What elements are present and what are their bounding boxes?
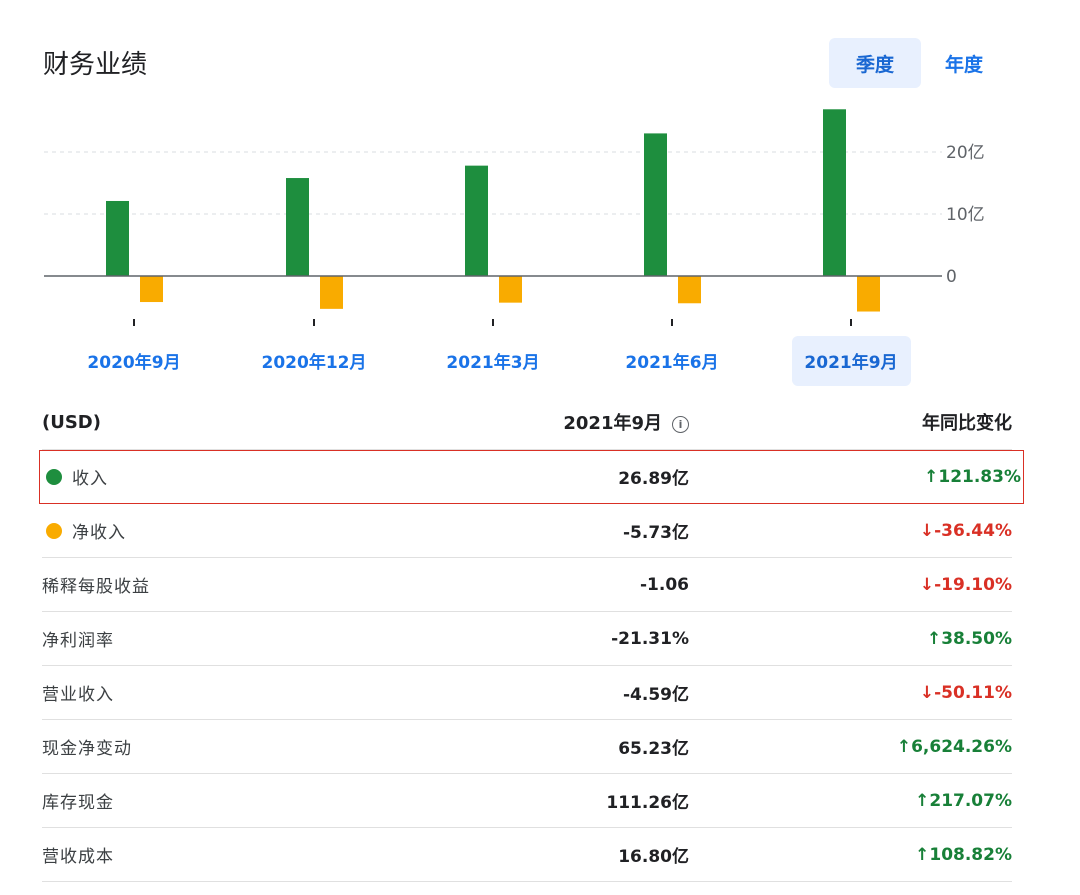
yoy-change: ↑38.50% bbox=[689, 629, 1012, 649]
arrow-up-icon: ↑ bbox=[924, 466, 939, 487]
metric-value: 111.26亿 bbox=[606, 793, 689, 813]
metric-value: -1.06 bbox=[640, 574, 689, 595]
yoy-change: ↓-19.10% bbox=[689, 575, 1012, 595]
metric-name: 净收入 bbox=[42, 518, 517, 543]
table-row[interactable]: 收入 26.89亿 ↑121.83% bbox=[39, 450, 1024, 504]
net-income-bar-3[interactable] bbox=[678, 276, 701, 304]
metric-name: 库存现金 bbox=[42, 788, 517, 813]
metric-label: 现金净变动 bbox=[42, 739, 132, 759]
arrow-down-icon: ↓ bbox=[919, 574, 935, 595]
metric-label: 营业收入 bbox=[42, 685, 114, 705]
metric-label: 净收入 bbox=[72, 523, 126, 543]
revenue-bar-2[interactable] bbox=[465, 165, 488, 276]
financial-table: (USD) 2021年9月 i 年同比变化 收入 26.89亿 ↑121.83% 净收入… bbox=[39, 395, 1024, 882]
net-income-bar-4[interactable] bbox=[857, 276, 880, 312]
yoy-change: ↑121.83% bbox=[689, 467, 1021, 487]
change-value: -19.10% bbox=[934, 574, 1012, 595]
net-income-bar-0[interactable] bbox=[140, 276, 163, 303]
legend-dot bbox=[46, 468, 62, 485]
metric-value: -21.31% bbox=[611, 628, 689, 649]
quarter-label[interactable]: 2021年6月 bbox=[625, 352, 718, 373]
change-value: 38.50% bbox=[941, 628, 1012, 649]
table-row[interactable]: 营收成本 16.80亿 ↑108.82% bbox=[42, 828, 1012, 882]
metric-label: 稀释每股收益 bbox=[42, 577, 150, 597]
currency-header: (USD) bbox=[42, 411, 101, 433]
arrow-down-icon: ↓ bbox=[919, 520, 935, 541]
legend-dot bbox=[46, 522, 62, 539]
change-value: -36.44% bbox=[934, 520, 1012, 541]
y-tick-label: 10亿 bbox=[946, 205, 985, 225]
metric-name: 营业收入 bbox=[42, 680, 517, 705]
y-tick-label: 0 bbox=[946, 267, 957, 287]
yoy-change: ↑6,624.26% bbox=[689, 737, 1012, 757]
arrow-up-icon: ↑ bbox=[915, 844, 930, 865]
yoy-change: ↓-36.44% bbox=[689, 521, 1012, 541]
change-value: -50.11% bbox=[934, 682, 1012, 703]
quarter-label[interactable]: 2021年3月 bbox=[446, 352, 539, 373]
revenue-bar-3[interactable] bbox=[644, 133, 667, 276]
change-value: 6,624.26% bbox=[911, 736, 1012, 757]
metric-value: -5.73亿 bbox=[623, 523, 689, 543]
yoy-change: ↑217.07% bbox=[689, 791, 1012, 811]
table-header: (USD) 2021年9月 i 年同比变化 bbox=[42, 395, 1012, 450]
metric-value: 65.23亿 bbox=[618, 739, 689, 759]
period-header: 2021年9月 i bbox=[517, 409, 689, 435]
quarter-label[interactable]: 2020年9月 bbox=[87, 352, 180, 373]
change-value: 121.83% bbox=[938, 466, 1021, 487]
quarter-label[interactable]: 2020年12月 bbox=[262, 352, 367, 373]
table-body: 收入 26.89亿 ↑121.83% 净收入 -5.73亿 ↓-36.44% 稀释每股收益 -… bbox=[39, 450, 1024, 882]
table-row[interactable]: 现金净变动 65.23亿 ↑6,624.26% bbox=[42, 720, 1012, 774]
quarter-label[interactable]: 2021年9月 bbox=[804, 352, 897, 373]
financial-bar-chart: 0 10亿 20亿 2020年9月 2020年12月 2021年3月 2021年6月 2021… bbox=[44, 109, 985, 386]
revenue-bar-4[interactable] bbox=[823, 109, 846, 276]
yoy-change: ↓-50.11% bbox=[689, 683, 1012, 703]
quarterly-tab[interactable]: 季度 bbox=[829, 38, 921, 88]
metric-name: 稀释每股收益 bbox=[42, 572, 517, 597]
change-value: 108.82% bbox=[929, 844, 1012, 865]
change-header: 年同比变化 bbox=[922, 413, 1012, 434]
net-income-bar-1[interactable] bbox=[320, 276, 343, 309]
metric-value: -4.59亿 bbox=[623, 685, 689, 705]
section-title: 财务业绩 bbox=[43, 50, 148, 80]
metric-name: 现金净变动 bbox=[42, 734, 517, 759]
period-toggle: 季度 年度 bbox=[829, 38, 999, 88]
table-row[interactable]: 稀释每股收益 -1.06 ↓-19.10% bbox=[42, 558, 1012, 612]
arrow-up-icon: ↑ bbox=[896, 736, 912, 757]
period-header-label: 2021年9月 bbox=[563, 413, 662, 434]
revenue-bar-0[interactable] bbox=[106, 200, 129, 276]
yoy-change: ↑108.82% bbox=[689, 845, 1012, 865]
table-row[interactable]: 库存现金 111.26亿 ↑217.07% bbox=[42, 774, 1012, 828]
change-value: 217.07% bbox=[929, 790, 1012, 811]
y-tick-label: 20亿 bbox=[946, 143, 985, 163]
arrow-down-icon: ↓ bbox=[919, 682, 935, 703]
annual-tab[interactable]: 年度 bbox=[929, 38, 999, 88]
metric-label: 收入 bbox=[72, 469, 108, 489]
metric-name: 营收成本 bbox=[42, 842, 517, 867]
net-income-bar-2[interactable] bbox=[499, 276, 522, 303]
table-row[interactable]: 净收入 -5.73亿 ↓-36.44% bbox=[42, 504, 1012, 558]
arrow-up-icon: ↑ bbox=[926, 628, 942, 649]
table-row[interactable]: 净利润率 -21.31% ↑38.50% bbox=[42, 612, 1012, 666]
metric-label: 营收成本 bbox=[42, 847, 114, 867]
arrow-up-icon: ↑ bbox=[915, 790, 930, 811]
metric-label: 库存现金 bbox=[42, 793, 114, 813]
info-icon[interactable]: i bbox=[672, 416, 689, 433]
metric-name: 净利润率 bbox=[42, 626, 517, 651]
metric-value: 26.89亿 bbox=[618, 469, 689, 489]
table-row[interactable]: 营业收入 -4.59亿 ↓-50.11% bbox=[42, 666, 1012, 720]
revenue-bar-1[interactable] bbox=[286, 178, 309, 276]
metric-value: 16.80亿 bbox=[618, 847, 689, 867]
metric-name: 收入 bbox=[42, 464, 517, 489]
metric-label: 净利润率 bbox=[42, 631, 114, 651]
